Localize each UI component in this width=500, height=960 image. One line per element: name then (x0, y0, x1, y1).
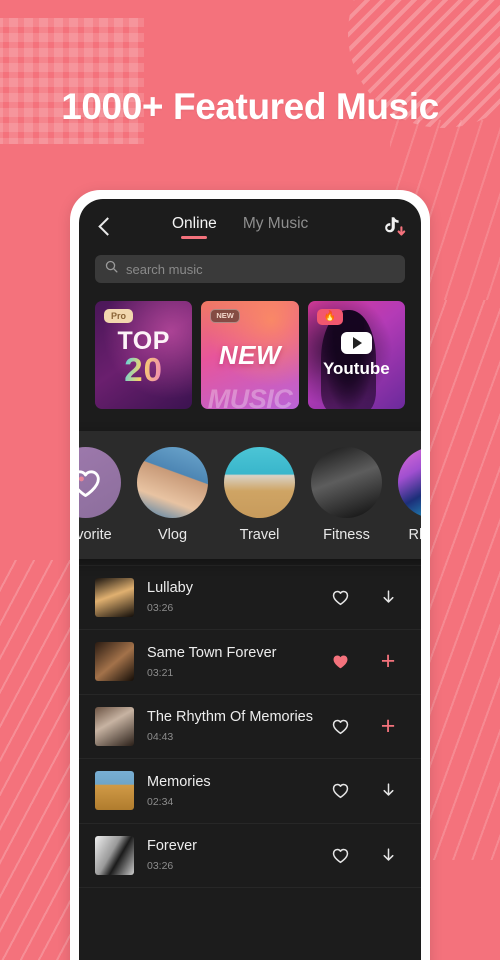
banner-new-ghost-text: MUSIC (207, 384, 293, 409)
banner-youtube-label: Youtube (322, 358, 390, 378)
table-row[interactable]: Forever 03:26 (79, 824, 421, 888)
song-actions: + (329, 713, 405, 738)
category-thumb-fitness (311, 447, 382, 518)
promo-screenshot: 1000+ Featured Music Online My Music sea… (0, 0, 500, 960)
song-duration: 02:34 (147, 795, 174, 808)
tab-online[interactable]: Online (172, 215, 217, 239)
table-row[interactable]: Same Town Forever 03:21 + (79, 630, 421, 695)
song-meta: Same Town Forever 03:21 (147, 645, 329, 679)
category-item-favorite[interactable]: Favorite (79, 447, 129, 543)
song-actions (329, 586, 405, 608)
song-thumbnail (95, 835, 134, 875)
tiktok-music-download-icon[interactable] (381, 214, 407, 240)
song-thumbnail (95, 577, 134, 617)
fire-icon: 🔥 (316, 309, 344, 325)
category-thumb-vlog (137, 447, 208, 518)
tab-bar: Online My Music (172, 215, 308, 239)
category-label-vlog: Vlog (157, 527, 188, 543)
song-thumbnail (95, 706, 134, 746)
category-thumb-rhythm (398, 447, 421, 518)
table-row[interactable]: The Rhythm Of Memories 04:43 + (79, 695, 421, 759)
play-icon (340, 331, 372, 354)
pro-badge: Pro (104, 309, 134, 323)
category-item-travel[interactable]: Travel (216, 447, 303, 543)
banner-top20-number: 20 (124, 351, 164, 389)
search-input[interactable]: search music (95, 255, 405, 283)
banner-new-title: NEW (218, 339, 282, 370)
song-actions (329, 780, 405, 802)
song-duration: 04:43 (147, 731, 174, 744)
banner-carousel: Pro TOP 20 NEW NEW MUSIC 🔥 Youtube (95, 301, 405, 409)
search-icon (105, 260, 118, 278)
page-title: 1000+ Featured Music (61, 86, 439, 127)
song-meta: Lullaby 03:26 (147, 580, 329, 614)
song-meta: The Rhythm Of Memories 04:43 (147, 709, 329, 743)
phone-screen: Online My Music search music Pro TOP 20 … (79, 199, 421, 960)
download-icon[interactable] (377, 586, 399, 608)
chevron-left-icon[interactable] (94, 216, 116, 238)
banner-top20[interactable]: Pro TOP 20 (95, 301, 193, 409)
banner-youtube[interactable]: 🔥 Youtube (307, 301, 405, 409)
favorite-icon[interactable] (329, 715, 351, 737)
category-thumb-favorite (79, 447, 121, 518)
download-icon[interactable] (377, 844, 399, 866)
song-list: Just With You 04:23 (79, 501, 421, 888)
song-title: Memories (147, 773, 211, 790)
song-thumbnail (95, 771, 134, 811)
tab-my-music-label: My Music (242, 214, 309, 232)
song-duration: 03:26 (147, 860, 174, 873)
song-meta: Forever 03:26 (147, 838, 329, 872)
tab-my-music[interactable]: My Music (243, 215, 308, 239)
new-badge: NEW (210, 309, 240, 323)
add-icon[interactable]: + (377, 713, 399, 738)
category-label-rhythm: Rhythm (408, 527, 421, 543)
category-label-fitness: Fitness (323, 527, 370, 543)
song-duration: 03:21 (147, 666, 174, 679)
song-duration: 03:26 (147, 602, 174, 615)
category-item-fitness[interactable]: Fitness (303, 447, 390, 543)
table-row[interactable]: Lullaby 03:26 (79, 566, 421, 630)
add-icon[interactable]: + (377, 649, 399, 674)
favorite-icon[interactable] (329, 586, 351, 608)
app-topbar: Online My Music (79, 199, 421, 255)
category-label-travel: Travel (239, 527, 280, 543)
song-meta: Memories 02:34 (147, 774, 329, 808)
song-title: Forever (147, 838, 197, 855)
song-title: Same Town Forever (147, 644, 277, 661)
category-panel: Favorite Vlog Travel Fitness Rhythm (79, 431, 421, 559)
song-thumbnail (95, 642, 134, 682)
favorite-icon[interactable] (329, 780, 351, 802)
song-title: Lullaby (147, 580, 193, 597)
song-actions (329, 844, 405, 866)
banner-new-music[interactable]: NEW NEW MUSIC (201, 301, 299, 409)
search-placeholder: search music (126, 261, 203, 277)
category-label-favorite: Favorite (79, 527, 112, 543)
phone-mockup-frame: Online My Music search music Pro TOP 20 … (70, 190, 430, 960)
category-item-vlog[interactable]: Vlog (129, 447, 216, 543)
table-row[interactable]: Memories 02:34 (79, 759, 421, 824)
song-title: The Rhythm Of Memories (147, 709, 313, 726)
favorite-icon-active[interactable] (329, 651, 351, 673)
tab-online-label: Online (172, 214, 217, 232)
heart-outline-icon (79, 468, 102, 498)
download-icon[interactable] (377, 780, 399, 802)
favorite-icon[interactable] (329, 844, 351, 866)
song-actions: + (329, 649, 405, 674)
category-thumb-travel (224, 447, 295, 518)
category-item-rhythm[interactable]: Rhythm (390, 447, 421, 543)
